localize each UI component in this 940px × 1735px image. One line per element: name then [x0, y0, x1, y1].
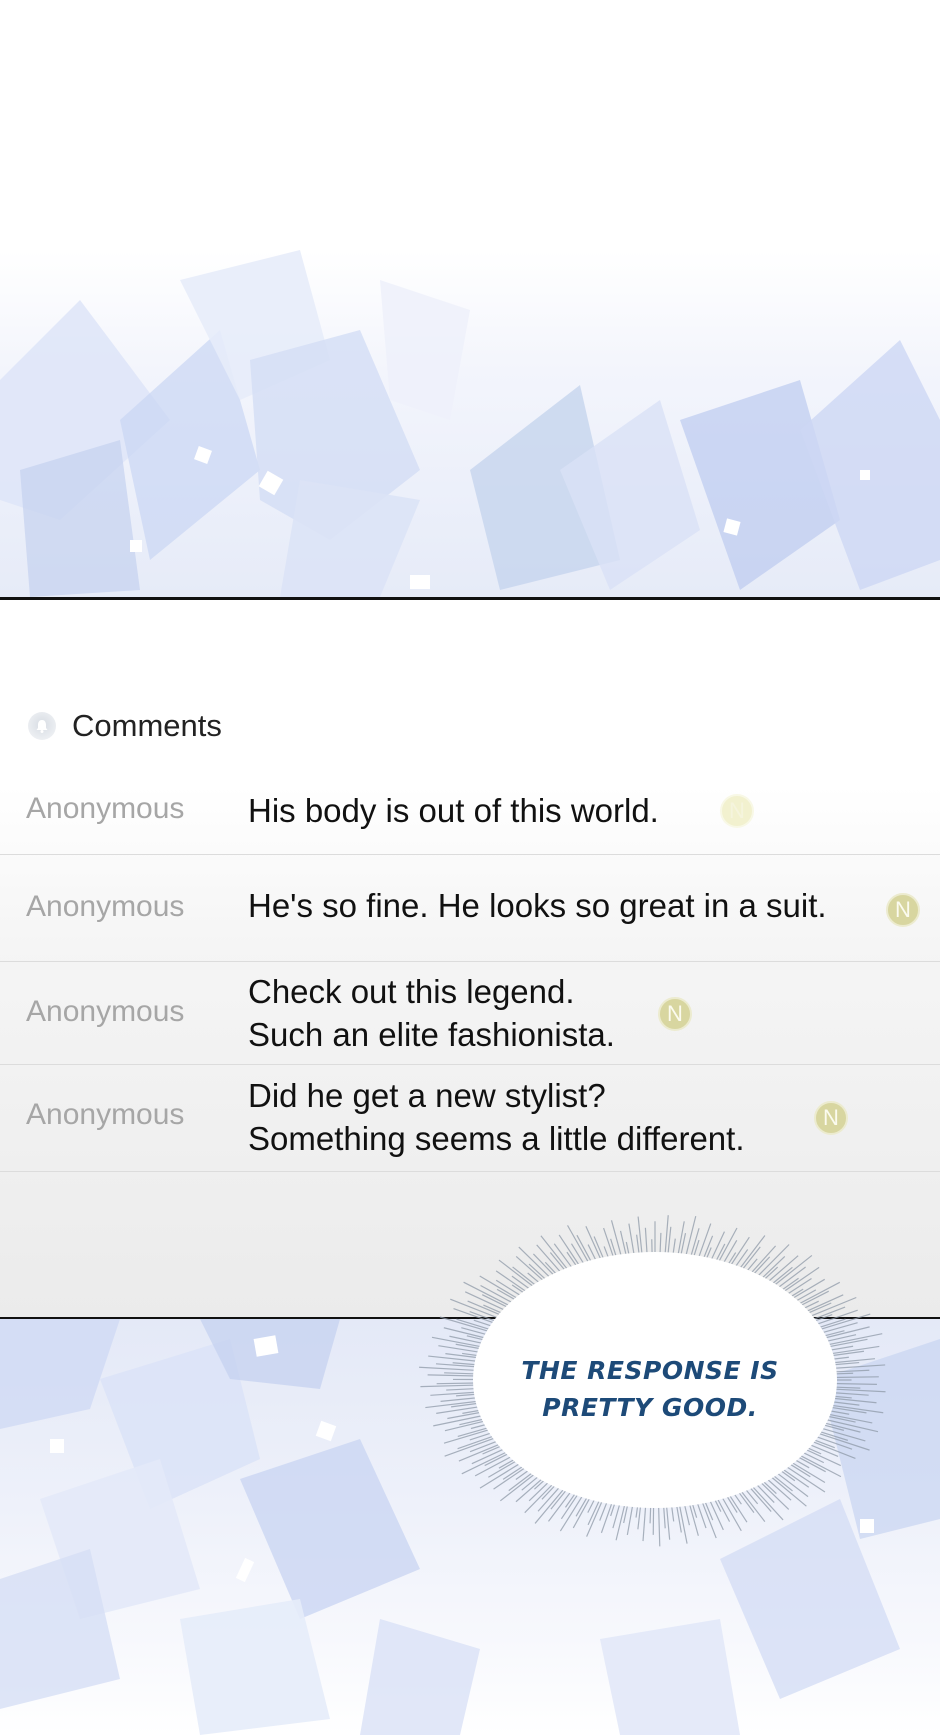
burst-spike	[649, 1505, 652, 1524]
new-badge-icon: N	[658, 997, 692, 1031]
crystal-shards-top	[0, 250, 940, 597]
burst-spike	[628, 1223, 635, 1256]
comment-row: Anonymous Check out this legend. Such an…	[0, 962, 940, 1065]
burst-spike	[444, 1372, 477, 1375]
burst-spike	[664, 1215, 669, 1255]
burst-spike	[610, 1220, 623, 1257]
burst-spike	[637, 1504, 642, 1530]
burst-spike	[558, 1234, 581, 1267]
new-badge-icon: N	[886, 893, 920, 927]
bell-icon	[28, 712, 56, 740]
comment-author: Anonymous	[26, 792, 185, 825]
comment-line: His body is out of this world.	[248, 792, 659, 829]
burst-spike	[659, 1232, 662, 1255]
comment-text: His body is out of this world.	[248, 789, 659, 832]
comment-author: Anonymous	[26, 1098, 185, 1131]
comment-author: Anonymous	[26, 995, 185, 1028]
comment-line: Check out this legend.	[248, 973, 575, 1010]
burst-spike	[420, 1384, 477, 1388]
burst-spike	[832, 1392, 869, 1396]
new-badge-icon: N	[814, 1101, 848, 1135]
burst-spike	[833, 1382, 877, 1385]
burst-spike	[446, 1387, 478, 1391]
burst-spike	[833, 1376, 879, 1379]
burst-spike	[722, 1240, 738, 1265]
burst-spike	[833, 1386, 861, 1389]
burst-spike	[452, 1362, 478, 1366]
burst-spike	[642, 1505, 647, 1542]
burst-spike	[443, 1428, 492, 1444]
burst-spike	[440, 1397, 479, 1403]
burst-spike	[696, 1501, 707, 1529]
burst-spike	[488, 1459, 519, 1478]
burst-spike	[469, 1431, 494, 1441]
burst-spike	[781, 1467, 810, 1488]
burst-spike	[445, 1353, 480, 1359]
comment-line: Did he get a new stylist?	[248, 1077, 606, 1114]
top-crystal-panel	[0, 0, 940, 597]
burst-spike	[828, 1345, 854, 1352]
burst-spike	[796, 1455, 826, 1473]
burst-spike	[537, 1485, 561, 1512]
comment-text: He's so fine. He looks so great in a sui…	[248, 884, 827, 927]
speech-bubble-text: THE RESPONSE IS PRETTY GOOD.	[480, 1352, 820, 1426]
burst-spike	[438, 1345, 482, 1354]
comments-title: Comments	[72, 708, 222, 743]
burst-spike	[626, 1504, 634, 1536]
burst-spike	[816, 1432, 870, 1451]
burst-spike	[824, 1334, 857, 1343]
speech-line-1: THE RESPONSE IS	[521, 1356, 779, 1385]
comment-line: Such an elite fashionista.	[248, 1016, 615, 1053]
burst-spike	[636, 1234, 640, 1256]
new-badge-icon: N	[720, 794, 754, 828]
burst-spike	[619, 1230, 627, 1257]
burst-spike	[427, 1374, 477, 1377]
burst-spike	[576, 1234, 593, 1263]
burst-spike	[832, 1369, 870, 1373]
burst-spike	[419, 1366, 478, 1372]
burst-spike	[830, 1401, 860, 1406]
burst-spike	[461, 1327, 489, 1336]
burst-spike	[683, 1503, 690, 1526]
burst-spike	[716, 1497, 731, 1522]
burst-spike	[685, 1215, 697, 1257]
burst-spike	[600, 1501, 613, 1534]
comment-author: Anonymous	[26, 890, 185, 923]
burst-spike	[815, 1309, 858, 1326]
comment-line: Something seems a little different.	[248, 1120, 745, 1157]
burst-spike	[512, 1266, 538, 1287]
speech-line-2: PRETTY GOOD.	[542, 1393, 758, 1422]
burst-spike	[657, 1505, 661, 1547]
burst-spike	[449, 1335, 485, 1345]
burst-spike	[721, 1496, 742, 1532]
burst-spike	[831, 1358, 876, 1364]
burst-spike	[436, 1382, 477, 1385]
comment-row: Anonymous His body is out of this world.…	[0, 770, 940, 855]
burst-spike	[701, 1500, 717, 1539]
burst-spike	[665, 1505, 671, 1540]
burst-spike	[832, 1388, 886, 1393]
comment-text: Check out this legend. Such an elite fas…	[248, 970, 615, 1056]
comment-row: Anonymous Did he get a new stylist? Some…	[0, 1065, 940, 1172]
comments-header: Comments	[28, 708, 222, 744]
burst-spike	[832, 1364, 886, 1369]
burst-spike	[667, 1226, 672, 1255]
burst-spike	[610, 1238, 618, 1258]
burst-spike	[436, 1405, 481, 1414]
burst-spike	[663, 1505, 666, 1529]
burst-spike	[748, 1486, 772, 1512]
burst-spike	[677, 1221, 685, 1256]
comment-text: Did he get a new stylist? Something seem…	[248, 1074, 744, 1160]
comment-row: Anonymous He's so fine. He looks so grea…	[0, 855, 940, 962]
burst-spike	[508, 1471, 534, 1492]
comment-line: He's so fine. He looks so great in a sui…	[248, 887, 827, 924]
burst-spike	[644, 1227, 648, 1255]
